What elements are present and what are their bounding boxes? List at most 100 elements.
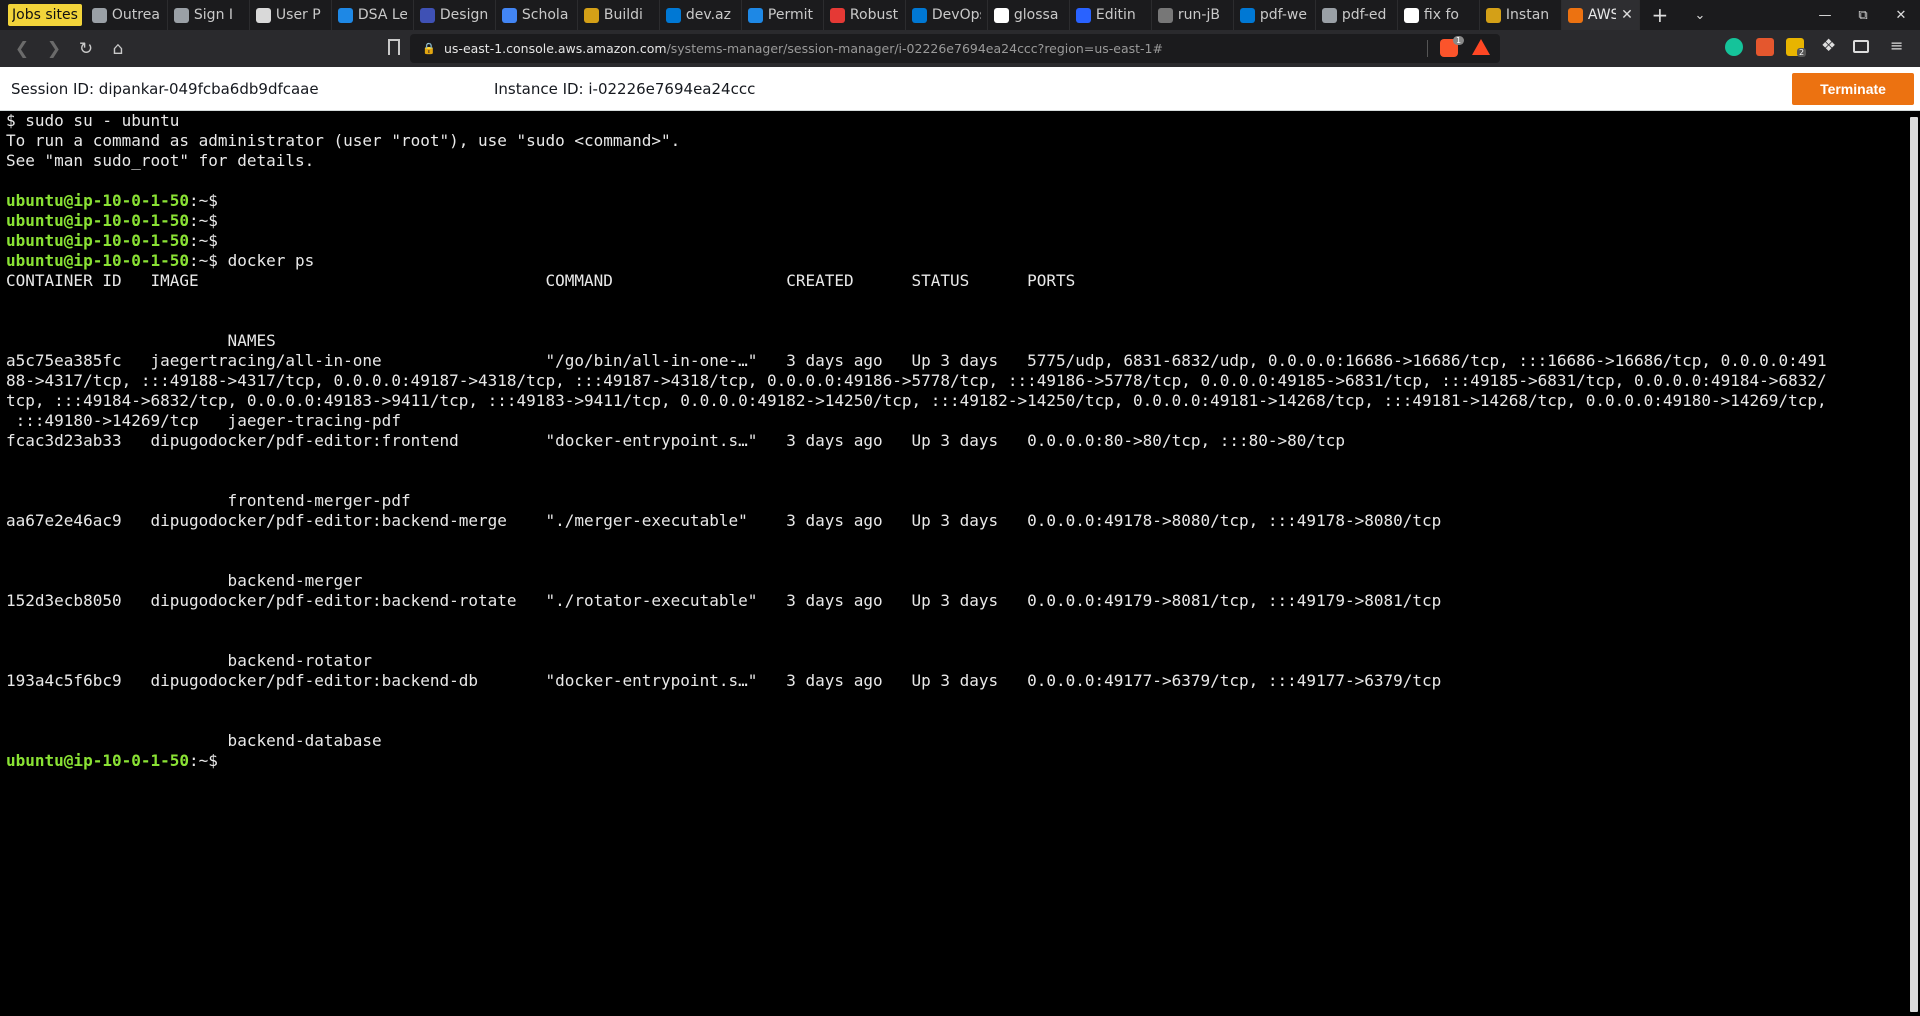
close-window-icon[interactable]: ✕ [1882, 0, 1920, 30]
tab-label: Editin [1095, 7, 1136, 23]
extension-badge: 2 [1797, 48, 1807, 57]
tab-group-jobs-sites[interactable]: Jobs sites [8, 4, 82, 26]
package-icon [1485, 7, 1501, 23]
address-bar[interactable]: 🔒 us-east-1.console.aws.amazon.com/syste… [410, 34, 1500, 63]
terminal-line: aa67e2e46ac9 dipugodocker/pdf-editor:bac… [6, 511, 1442, 530]
terminal-line: CONTAINER ID IMAGE COMMAND CREATED STATU… [6, 271, 1076, 290]
terminal-line: ubuntu@ip-10-0-1-50:~$ [6, 231, 1906, 251]
command-text: :~$ [189, 191, 218, 210]
globe-icon [91, 7, 107, 23]
devops-icon [665, 7, 681, 23]
browser-tab[interactable]: Schola [496, 0, 578, 30]
url-text: us-east-1.console.aws.amazon.com/systems… [444, 41, 1163, 56]
home-icon[interactable]: ⌂ [102, 33, 134, 65]
back-icon[interactable]: ❮ [6, 33, 38, 65]
permit-icon [747, 7, 763, 23]
command-text: :~$ [189, 231, 218, 250]
extension-red-icon[interactable] [1756, 38, 1774, 56]
brave-rewards-icon[interactable] [1472, 39, 1490, 55]
tab-label: fix fo [1423, 7, 1459, 23]
terminal-line: NAMES [6, 331, 276, 350]
tab-label: pdf-we [1259, 7, 1307, 23]
terminal-line: fcac3d23ab33 dipugodocker/pdf-editor:fro… [6, 431, 1345, 450]
shell-prompt: ubuntu@ip-10-0-1-50 [6, 751, 190, 770]
terminal-line: ubuntu@ip-10-0-1-50:~$ docker ps [6, 251, 1906, 271]
browser-tab[interactable]: Robust [824, 0, 906, 30]
extensions-puzzle-icon[interactable]: ❖ [1821, 36, 1836, 56]
check-icon [337, 7, 353, 23]
scrollbar-thumb[interactable] [1910, 117, 1918, 1012]
instance-id: Instance ID: i-02226e7694ea24ccc [494, 80, 756, 98]
devops-icon [911, 7, 927, 23]
minimize-icon[interactable]: — [1806, 0, 1844, 30]
bookmark-icon[interactable] [388, 39, 400, 55]
lock-icon[interactable]: 🔒 [418, 42, 440, 55]
terminal-scrollbar[interactable] [1906, 111, 1920, 1016]
terminal-line: 88->4317/tcp, :::49188->4317/tcp, 0.0.0.… [6, 371, 1827, 390]
window-controls: — ⧉ ✕ [1806, 0, 1920, 30]
tab-label: Sign I [193, 7, 234, 23]
browser-tab[interactable]: Buildi [578, 0, 660, 30]
diagram-icon [419, 7, 435, 23]
tab-label: Buildi [603, 7, 643, 23]
diamond-icon [1075, 7, 1091, 23]
tab-label: run-jB [1177, 7, 1220, 23]
terminal-line: ubuntu@ip-10-0-1-50:~$ [6, 211, 1906, 231]
tab-label: Instan [1505, 7, 1550, 23]
forward-icon[interactable]: ❯ [38, 33, 70, 65]
browser-toolbar: ❮ ❯ ↻ ⌂ 🔒 us-east-1.console.aws.amazon.c… [0, 30, 1920, 67]
browser-tab[interactable]: pdf-we [1234, 0, 1316, 30]
browser-tab[interactable]: Design [414, 0, 496, 30]
lifebuoy-icon [829, 7, 845, 23]
tab-label: glossa [1013, 7, 1059, 23]
tab-list-dropdown-icon[interactable]: ⌄ [1680, 0, 1720, 30]
terminal-line: tcp, :::49184->6832/tcp, 0.0.0.0:49183->… [6, 391, 1827, 410]
browser-tab[interactable]: run-jB [1152, 0, 1234, 30]
browser-tab[interactable]: User P [250, 0, 332, 30]
tab-label: Jobs sites [12, 7, 78, 23]
shell-prompt: ubuntu@ip-10-0-1-50 [6, 191, 190, 210]
terminal-line: To run a command as administrator (user … [6, 131, 681, 150]
new-tab-button[interactable]: + [1640, 0, 1680, 30]
url-host: us-east-1.console.aws.amazon.com [444, 41, 667, 56]
globe-icon [173, 7, 189, 23]
tab-label: DSA Le [357, 7, 407, 23]
wallet-icon[interactable] [1853, 40, 1869, 53]
browser-tab[interactable]: pdf-ed [1316, 0, 1398, 30]
grammarly-icon[interactable] [1725, 38, 1743, 56]
close-tab-icon[interactable]: ✕ [1621, 7, 1633, 23]
restore-icon[interactable]: ⧉ [1844, 0, 1882, 30]
tab-label: User P [275, 7, 321, 23]
fork-icon [1157, 7, 1173, 23]
url-divider [1427, 40, 1428, 57]
browser-tab[interactable]: fix fo [1398, 0, 1480, 30]
terminal-line: See "man sudo_root" for details. [6, 151, 315, 170]
browser-tab[interactable]: AWS ✕ [1561, 0, 1640, 30]
user-icon [255, 7, 271, 23]
terminal-line: ubuntu@ip-10-0-1-50:~$ [6, 751, 1906, 771]
scholar-icon [501, 7, 517, 23]
menu-icon[interactable]: ≡ [1890, 36, 1903, 55]
browser-tab[interactable]: DevOps [906, 0, 988, 30]
globe-icon [1321, 7, 1337, 23]
terminal-line: backend-merger [6, 571, 363, 590]
browser-tab[interactable]: glossa [988, 0, 1070, 30]
terminate-button[interactable]: Terminate [1792, 73, 1914, 105]
browser-tab[interactable]: Permit [742, 0, 824, 30]
browser-tab[interactable]: Sign I [168, 0, 250, 30]
tab-label: Robust [849, 7, 899, 23]
browser-tab[interactable]: Instan [1480, 0, 1562, 30]
browser-tab[interactable]: Outrea [86, 0, 168, 30]
terminal[interactable]: $ sudo su - ubuntu To run a command as ad… [0, 111, 1906, 1016]
reload-icon[interactable]: ↻ [70, 33, 102, 65]
tab-label: dev.az [685, 7, 731, 23]
browser-tab[interactable]: DSA Le [332, 0, 414, 30]
browser-tab[interactable]: dev.az [660, 0, 742, 30]
browser-tab[interactable]: Editin [1070, 0, 1152, 30]
azure-icon [1239, 7, 1255, 23]
